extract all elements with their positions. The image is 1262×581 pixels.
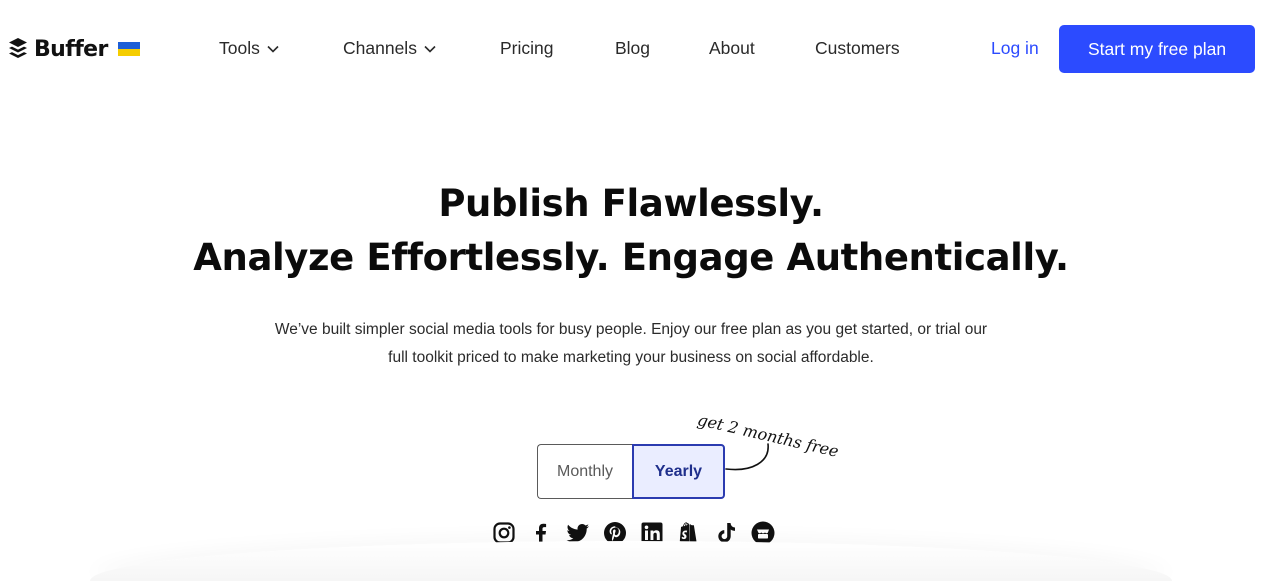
- curved-arrow-icon: [725, 443, 769, 471]
- login-link[interactable]: Log in: [991, 38, 1039, 59]
- yearly-option[interactable]: Yearly: [632, 444, 725, 499]
- start-free-plan-button[interactable]: Start my free plan: [1059, 25, 1255, 73]
- nav-about-label: About: [709, 38, 755, 58]
- hero-subtitle-line-2: full toolkit priced to make marketing yo…: [388, 349, 874, 366]
- nav-about[interactable]: About: [709, 38, 755, 59]
- nav-tools[interactable]: Tools: [219, 38, 279, 59]
- nav-pricing-label: Pricing: [500, 38, 554, 58]
- chevron-down-icon: [424, 45, 436, 53]
- content-panel-edge: [90, 541, 1172, 581]
- monthly-option[interactable]: Monthly: [537, 444, 632, 499]
- nav-blog-label: Blog: [615, 38, 651, 58]
- nav-pricing[interactable]: Pricing: [500, 38, 554, 59]
- nav-blog[interactable]: Blog: [615, 38, 650, 59]
- nav-channels-label: Channels: [343, 38, 417, 58]
- top-navigation: Buffer Tools Channels Pricing Blog About…: [0, 0, 1262, 98]
- hero-title-line-2: Analyze Effortlessly. Engage Authentical…: [193, 236, 1069, 279]
- nav-tools-label: Tools: [219, 38, 260, 58]
- nav-channels[interactable]: Channels: [343, 38, 436, 59]
- hero-subtitle-line-1: We’ve built simpler social media tools f…: [274, 321, 988, 338]
- buffer-logo-icon: [9, 38, 27, 58]
- billing-period-toggle: Monthly Yearly: [537, 444, 725, 499]
- nav-customers[interactable]: Customers: [815, 38, 900, 59]
- ukraine-flag-icon: [117, 42, 140, 56]
- brand-name: Buffer: [34, 36, 108, 62]
- chevron-down-icon: [267, 45, 279, 53]
- nav-customers-label: Customers: [815, 38, 900, 58]
- hero-title-line-1: Publish Flawlessly.: [438, 182, 824, 225]
- brand-logo[interactable]: Buffer: [8, 36, 140, 62]
